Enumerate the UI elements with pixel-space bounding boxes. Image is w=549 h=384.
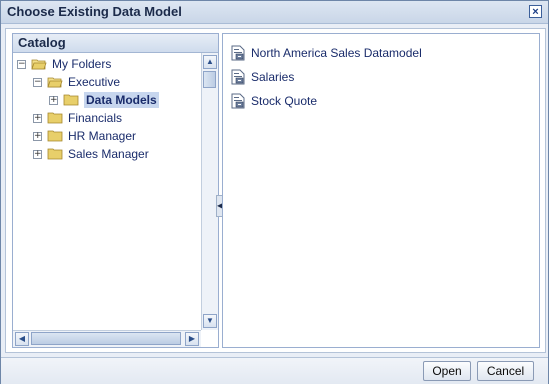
expand-icon[interactable]: +: [49, 95, 58, 105]
dialog-footer: Open Cancel: [1, 357, 548, 384]
scroll-thumb[interactable]: [31, 332, 181, 345]
tree-item-hr-manager[interactable]: + HR Manager: [33, 127, 136, 145]
title-bar[interactable]: Choose Existing Data Model ×: [1, 1, 548, 24]
tree-item-executive[interactable]: − Executive: [33, 73, 120, 91]
open-folder-icon: [47, 77, 63, 88]
expand-icon[interactable]: +: [33, 149, 42, 159]
scroll-down-icon[interactable]: ▼: [203, 314, 217, 328]
data-model-icon: [231, 45, 245, 61]
expand-icon[interactable]: +: [33, 131, 42, 141]
list-item[interactable]: Stock Quote: [231, 92, 317, 110]
item-label: North America Sales Datamodel: [251, 46, 422, 60]
tree-item-label: Financials: [68, 111, 123, 125]
scroll-left-icon[interactable]: ◀: [15, 332, 29, 346]
list-item[interactable]: North America Sales Datamodel: [231, 44, 422, 62]
catalog-tree: − My Folders − Executive + Data Models +: [13, 53, 200, 330]
tree-item-my-folders[interactable]: − My Folders: [17, 55, 111, 73]
dialog: Choose Existing Data Model × Catalog − M…: [0, 0, 549, 384]
catalog-header: Catalog: [13, 34, 218, 53]
folder-icon: [47, 112, 63, 124]
folder-icon: [63, 94, 79, 106]
scroll-thumb[interactable]: [203, 71, 216, 88]
horizontal-scrollbar[interactable]: ◀ ▶: [13, 330, 201, 347]
list-item[interactable]: Salaries: [231, 68, 294, 86]
data-model-list: North America Sales Datamodel Salaries S…: [222, 33, 540, 348]
open-folder-icon: [31, 59, 47, 70]
tree-item-label: My Folders: [52, 57, 112, 71]
scroll-up-icon[interactable]: ▲: [203, 55, 217, 69]
catalog-title: Catalog: [18, 35, 66, 50]
folder-icon: [47, 130, 63, 142]
expand-icon[interactable]: +: [33, 113, 42, 123]
scroll-right-icon[interactable]: ▶: [185, 332, 199, 346]
collapse-icon[interactable]: −: [33, 77, 42, 87]
cancel-button[interactable]: Cancel: [477, 361, 534, 381]
tree-item-sales-manager[interactable]: + Sales Manager: [33, 145, 149, 163]
item-label: Stock Quote: [251, 94, 318, 108]
tree-item-label: Sales Manager: [68, 147, 149, 161]
data-model-icon: [231, 69, 245, 85]
dialog-title: Choose Existing Data Model: [7, 4, 182, 19]
tree-item-data-models[interactable]: + Data Models: [49, 91, 159, 109]
tree-item-label: Data Models: [84, 92, 159, 108]
tree-item-financials[interactable]: + Financials: [33, 109, 122, 127]
tree-item-label: HR Manager: [68, 129, 137, 143]
collapse-icon[interactable]: −: [17, 59, 26, 69]
catalog-panel: Catalog − My Folders − Executive + Data …: [12, 33, 219, 348]
item-label: Salaries: [251, 70, 295, 84]
vertical-scrollbar[interactable]: ▲ ▼: [201, 53, 218, 330]
open-button[interactable]: Open: [423, 361, 471, 381]
close-icon[interactable]: ×: [529, 5, 542, 18]
folder-icon: [47, 148, 63, 160]
dialog-content: Catalog − My Folders − Executive + Data …: [5, 28, 546, 353]
tree-item-label: Executive: [68, 75, 121, 89]
data-model-icon: [231, 93, 245, 109]
